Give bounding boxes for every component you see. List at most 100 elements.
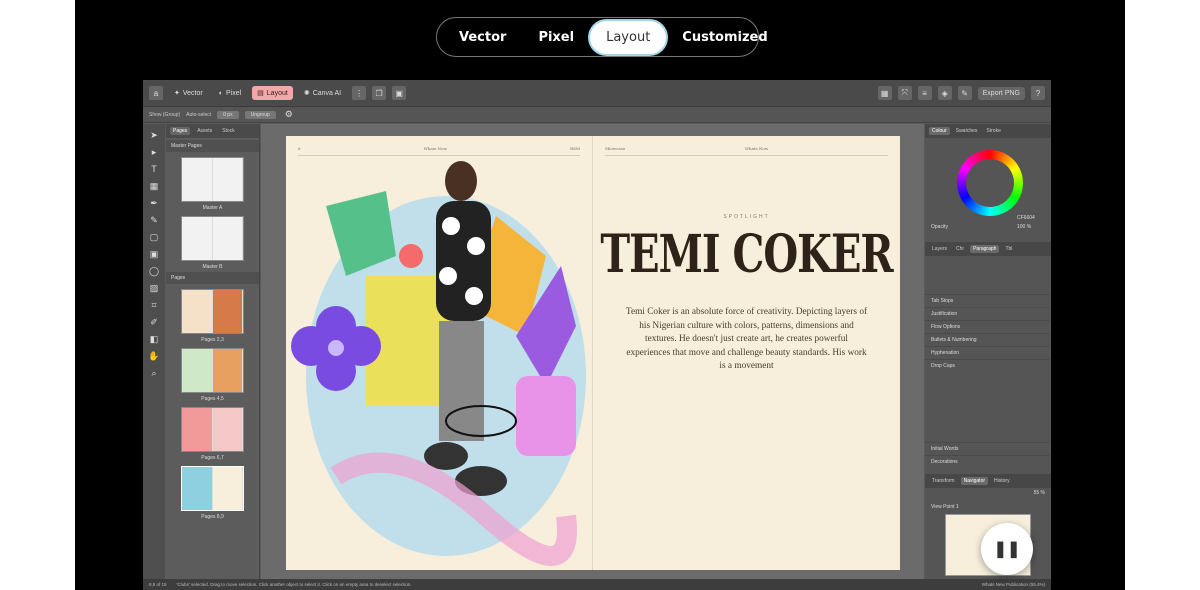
node-tool-icon[interactable]: ▸ <box>147 145 161 159</box>
page-thumb[interactable]: Pages 2,3 <box>166 289 259 343</box>
auto-select-checkbox[interactable]: Auto-select <box>186 112 211 118</box>
zoom-tool-icon[interactable]: ⌕ <box>147 366 161 380</box>
export-button[interactable]: Export PNG <box>977 86 1025 100</box>
pen-tool-icon[interactable]: ✒ <box>147 196 161 210</box>
section-flow-options[interactable]: Flow Options <box>925 320 1051 333</box>
hex-field[interactable]: CF6604 <box>1017 215 1035 221</box>
master-b-thumb[interactable]: Master B <box>166 216 259 270</box>
pause-video-button[interactable]: ❚❚ <box>981 523 1033 575</box>
persona-pixel-button[interactable]: ◐ Pixel <box>214 87 246 100</box>
thumb-label: Master A <box>202 205 223 211</box>
tab-transform[interactable]: Transform <box>929 477 958 485</box>
page-thumb[interactable]: Pages 4,5 <box>166 348 259 402</box>
tab-swatches[interactable]: Swatches <box>953 127 981 135</box>
text-frame-tool-icon[interactable]: T <box>147 162 161 176</box>
section-initial-words[interactable]: Initial Words <box>925 442 1051 455</box>
mode-layout-button[interactable]: Layout <box>590 20 667 54</box>
section-hyphenation[interactable]: Hyphenation <box>925 346 1051 359</box>
tab-pages[interactable]: Pages <box>170 127 191 135</box>
persona-layout-button[interactable]: ▤ Layout <box>252 86 293 100</box>
section-justification[interactable]: Justification <box>925 307 1051 320</box>
move-tool-icon[interactable]: ➤ <box>147 128 161 142</box>
pages-header[interactable]: Pages <box>166 272 259 284</box>
persona-canva-ai-button[interactable]: ✺ Canva AI <box>299 86 346 100</box>
hand-tool-icon[interactable]: ✋ <box>147 349 161 363</box>
ungroup-button[interactable]: Ungroup <box>244 110 276 119</box>
zoom-value[interactable]: 55 % <box>1034 490 1045 496</box>
main-toolbar: a ✦ Vector ◐ Pixel ▤ Layout ✺ Canva AI ⋮ ❐ ▣… <box>143 80 1051 107</box>
stroke-width-field[interactable]: 0 px <box>217 110 239 119</box>
canva-ai-icon: ✺ <box>303 90 310 97</box>
pencil-tool-icon[interactable]: ✎ <box>147 213 161 227</box>
app-logo-icon[interactable]: a <box>149 86 163 100</box>
tab-navigator[interactable]: Navigator <box>960 477 989 485</box>
status-hint: 'Clubs' selected. Drag to move selection… <box>176 582 412 587</box>
thumb-label: Pages 6,7 <box>201 455 224 461</box>
tab-history[interactable]: History <box>991 477 1013 485</box>
master-a-thumb[interactable]: Master A <box>166 157 259 211</box>
app-window: a ✦ Vector ◐ Pixel ▤ Layout ✺ Canva AI ⋮ ❐ ▣… <box>143 80 1051 590</box>
section-decorations[interactable]: Decorations <box>925 455 1051 468</box>
context-toolbar: Show (Group) Auto-select 0 px Ungroup ⚙ <box>143 107 1051 123</box>
persona-vector-button[interactable]: ✦ Vector <box>169 86 208 100</box>
tab-table[interactable]: Tbl <box>1002 245 1015 253</box>
page-thumb[interactable]: Pages 6,7 <box>166 407 259 461</box>
help-icon[interactable]: ? <box>1031 86 1045 100</box>
tab-stroke[interactable]: Stroke <box>983 127 1003 135</box>
opacity-label: Opacity <box>931 224 948 230</box>
right-page: Showcase Whats Now SPOTLIGHT TEMI COKER … <box>593 136 900 570</box>
left-page: 6 Whats Now RSM <box>286 136 593 570</box>
view-point-label[interactable]: View Point 1 <box>931 504 959 510</box>
thumb-label: Pages 2,3 <box>201 337 224 343</box>
align-icon[interactable]: ≡ <box>917 86 932 100</box>
status-bar: 8,9 of 15 'Clubs' selected. Drag to move… <box>143 579 1051 590</box>
pixel-icon: ◐ <box>218 89 223 97</box>
document-footer-label: Whats New Publication (55.4%) <box>981 582 1045 587</box>
page-thumb-selected[interactable]: Pages 8,9 <box>166 466 259 520</box>
table-tool-icon[interactable]: ▦ <box>147 179 161 193</box>
brush-icon[interactable]: ✎ <box>957 86 972 100</box>
fill-tool-icon[interactable]: ◧ <box>147 332 161 346</box>
color-wheel[interactable] <box>957 150 1023 216</box>
section-tab-stops[interactable]: Tab Stops <box>925 294 1051 307</box>
mode-switcher: Vector Pixel Layout Customized <box>436 17 768 57</box>
opacity-value[interactable]: 100 % <box>1017 224 1031 230</box>
section-name: Showcase <box>605 146 626 151</box>
mode-vector-button[interactable]: Vector <box>443 21 522 54</box>
grid-icon[interactable]: ▦ <box>877 86 892 100</box>
colour-panel-tabs: Colour Swatches Stroke <box>925 124 1051 138</box>
more-icon[interactable]: ⋮ <box>352 86 367 100</box>
settings-gear-icon[interactable]: ⚙ <box>282 108 296 122</box>
place-image-tool-icon[interactable]: ▨ <box>147 281 161 295</box>
crop-tool-icon[interactable]: ⌗ <box>147 298 161 312</box>
page-indicator[interactable]: 8,9 of 15 <box>149 582 167 587</box>
rectangle-tool-icon[interactable]: ▢ <box>147 230 161 244</box>
snap-icon[interactable]: ▣ <box>392 86 407 100</box>
persona-label: Canva AI <box>312 89 342 97</box>
tab-character[interactable]: Chr <box>953 245 967 253</box>
kicker-label[interactable]: SPOTLIGHT <box>593 214 900 220</box>
color-picker-tool-icon[interactable]: ✐ <box>147 315 161 329</box>
article-title[interactable]: TEMI COKER <box>593 224 900 285</box>
mode-pixel-button[interactable]: Pixel <box>522 21 590 54</box>
mode-customized-button[interactable]: Customized <box>666 21 783 54</box>
master-pages-header[interactable]: Master Pages <box>166 140 259 152</box>
transform-icon[interactable]: ⤧ <box>897 86 912 100</box>
artwork-collage[interactable] <box>286 136 593 570</box>
tab-colour[interactable]: Colour <box>929 127 950 135</box>
ellipse-tool-icon[interactable]: ◯ <box>147 264 161 278</box>
lead-paragraph[interactable]: Temi Coker is an absolute force of creat… <box>625 306 868 374</box>
thumb-label: Pages 8,9 <box>201 514 224 520</box>
vector-icon: ✦ <box>174 90 180 97</box>
document-canvas[interactable]: 6 Whats Now RSM Showcase Whats Now SPOTL… <box>261 124 924 579</box>
section-bullets-numbering[interactable]: Bullets & Numbering <box>925 333 1051 346</box>
tab-layers[interactable]: Layers <box>929 245 950 253</box>
arrange-icon[interactable]: ❐ <box>372 86 387 100</box>
persona-label: Layout <box>266 89 288 97</box>
tab-stock[interactable]: Stock <box>219 127 238 135</box>
image-frame-tool-icon[interactable]: ▣ <box>147 247 161 261</box>
section-drop-caps[interactable]: Drop Caps <box>925 359 1051 372</box>
tab-paragraph[interactable]: Paragraph <box>970 245 1000 253</box>
tab-assets[interactable]: Assets <box>194 127 215 135</box>
boolean-icon[interactable]: ◈ <box>937 86 952 100</box>
